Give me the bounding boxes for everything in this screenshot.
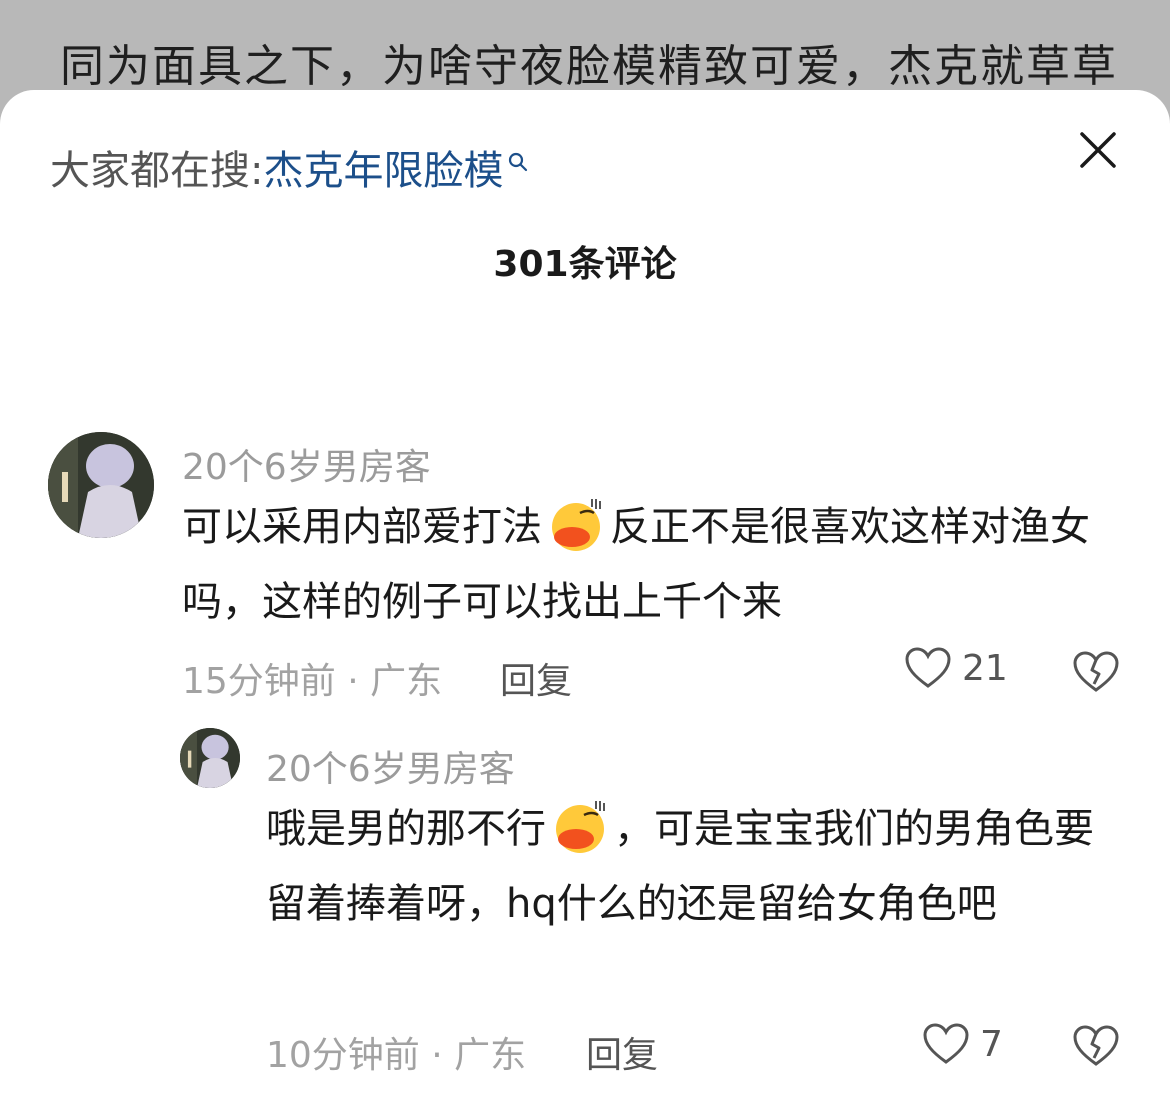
broken-heart-icon[interactable] — [1072, 1024, 1120, 1068]
comment-meta: 10分钟前 · 广东 — [266, 1035, 527, 1076]
like-button[interactable]: 21 — [904, 646, 1008, 690]
duck-emoji-icon — [550, 797, 610, 857]
close-button[interactable] — [1078, 130, 1118, 170]
avatar[interactable] — [48, 432, 154, 538]
comment-text-part: 可以采用内部爱打法 — [182, 504, 542, 550]
dislike-button[interactable] — [1072, 1024, 1120, 1072]
like-count: 21 — [962, 647, 1008, 689]
heart-icon[interactable] — [922, 1022, 970, 1066]
avatar[interactable] — [180, 728, 240, 788]
comments-sheet: 大家都在搜: 杰克年限脸模 301条评论 20个6岁男房客 可以采用内部爱打法 … — [0, 90, 1170, 1100]
comment-text-part: 哦是男的那不行 — [266, 806, 546, 852]
comment-meta: 15分钟前 · 广东 — [182, 661, 443, 702]
trending-search[interactable]: 大家都在搜: 杰克年限脸模 — [50, 138, 529, 196]
broken-heart-icon[interactable] — [1072, 650, 1120, 694]
reply-button[interactable]: 回复 — [586, 1026, 658, 1078]
post-title: 同为面具之下，为啥守夜脸模精致可爱，杰克就草草 — [60, 41, 1118, 92]
comment-username[interactable]: 20个6岁男房客 — [182, 438, 431, 490]
like-button[interactable]: 7 — [922, 1022, 1003, 1066]
reply-button[interactable]: 回复 — [500, 652, 572, 704]
comment-text: 哦是男的那不行 ，可是宝宝我们的男角色要留着捧着呀，hq什么的还是留给女角色吧 — [266, 792, 1116, 942]
like-count: 7 — [980, 1023, 1003, 1065]
comment-count: 301条评论 — [493, 244, 677, 285]
duck-emoji-icon — [546, 495, 606, 555]
comment-username[interactable]: 20个6岁男房客 — [266, 740, 515, 792]
dislike-button[interactable] — [1072, 650, 1120, 698]
comment-text: 可以采用内部爱打法 反正不是很喜欢这样对渔女吗，这样的例子可以找出上千个来 — [182, 490, 1102, 640]
close-icon[interactable] — [1078, 130, 1118, 170]
trending-search-prefix: 大家都在搜: — [50, 148, 264, 194]
search-icon[interactable] — [507, 137, 529, 183]
trending-search-term[interactable]: 杰克年限脸模 — [263, 138, 503, 196]
heart-icon[interactable] — [904, 646, 952, 690]
